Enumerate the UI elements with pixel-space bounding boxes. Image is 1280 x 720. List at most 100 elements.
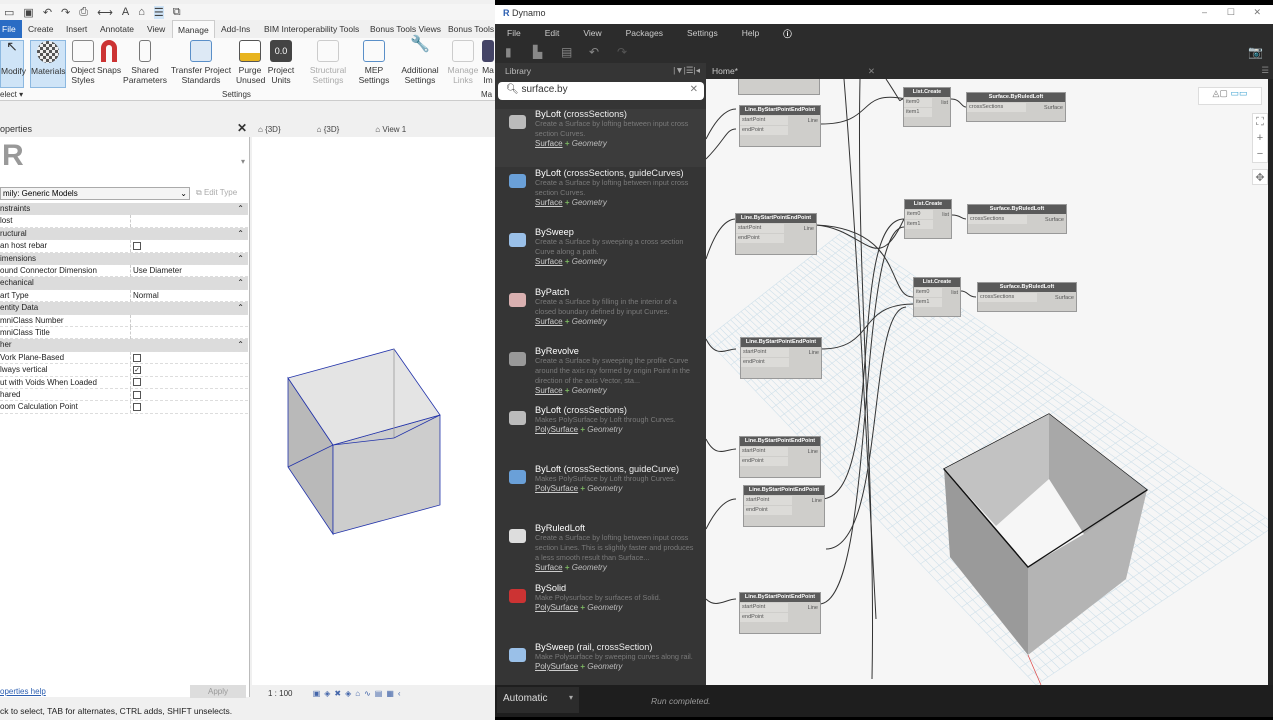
transfer-standards-button[interactable]: Transfer Project Standards: [168, 40, 234, 85]
purge-unused-button[interactable]: Purge Unused: [236, 40, 265, 85]
item-category-link[interactable]: Surface: [535, 198, 563, 207]
checked-checkbox[interactable]: ✓: [133, 366, 141, 375]
menu-icon[interactable]: ☰: [1261, 65, 1269, 76]
text-icon[interactable]: A: [122, 6, 129, 18]
tab-annotate[interactable]: Annotate: [100, 20, 134, 38]
input-port[interactable]: endPoint: [744, 506, 792, 515]
maximize-icon[interactable]: ☐: [1227, 7, 1235, 18]
property-value[interactable]: [130, 351, 248, 364]
property-value[interactable]: ✓: [130, 364, 248, 377]
input-port[interactable]: endPoint: [740, 126, 788, 135]
redo-icon[interactable]: ↷: [617, 45, 627, 59]
library-item[interactable]: BySweep (rail, crossSection) Make Polysu…: [495, 642, 706, 685]
line-by-start-end-node[interactable]: Line.ByStartPointEndPoint startPoint endPo…: [743, 485, 825, 527]
geometry-view-icon[interactable]: ◬▢: [1213, 88, 1228, 98]
family-type-selector[interactable]: mily: Generic Models ⌄: [0, 187, 190, 200]
input-port[interactable]: startPoint: [740, 603, 788, 612]
open-file-icon[interactable]: ▙: [533, 45, 542, 59]
output-port[interactable]: Surface: [1045, 217, 1064, 223]
library-item[interactable]: BySweep Create a Surface by sweeping a c…: [495, 227, 706, 285]
property-value[interactable]: [130, 215, 248, 228]
tab-file[interactable]: File: [0, 20, 22, 38]
input-port[interactable]: endPoint: [740, 457, 788, 466]
close-window-icon[interactable]: ✕: [1253, 7, 1261, 18]
redo-icon[interactable]: ↷: [61, 6, 70, 19]
object-styles-button[interactable]: Object Styles: [69, 40, 97, 85]
item-category-link[interactable]: PolySurface: [535, 662, 578, 671]
line-by-start-end-node[interactable]: Line.ByStartPointEndPoint startPoint endPo…: [735, 213, 817, 255]
collapse-icon[interactable]: ⌃: [237, 253, 244, 265]
notification-icon[interactable]: ⓘ: [771, 24, 804, 43]
menu-edit[interactable]: Edit: [533, 24, 572, 43]
apply-button[interactable]: Apply: [190, 685, 246, 698]
property-group[interactable]: echanical ⌃: [0, 277, 248, 290]
revit-3d-view[interactable]: [252, 137, 495, 685]
undo-icon[interactable]: ↶: [43, 6, 52, 19]
save-file-icon[interactable]: ▤: [561, 45, 572, 59]
graph-view-icon[interactable]: ▭▭: [1230, 88, 1247, 98]
camera-icon[interactable]: 📷: [1248, 45, 1263, 59]
property-value[interactable]: [130, 376, 248, 389]
property-group[interactable]: nstraints ⌃: [0, 203, 248, 216]
library-item[interactable]: ByLoft (crossSections) Create a Surface …: [495, 109, 706, 167]
library-view-icons[interactable]: |▼|☰|◂: [673, 65, 700, 76]
tab-home[interactable]: Home* ✕: [706, 63, 879, 79]
library-item[interactable]: ByRuledLoft Create a Surface by lofting …: [495, 523, 706, 581]
structural-settings-button[interactable]: Structural Settings: [308, 40, 348, 85]
collapse-icon[interactable]: ⌃: [237, 302, 244, 314]
input-port[interactable]: startPoint: [736, 224, 784, 233]
materials-button[interactable]: Materials: [30, 40, 66, 88]
graph-canvas[interactable]: Line.ByStartPointEndPoint startPoint endPo…: [706, 79, 1268, 685]
library-item[interactable]: ByRevolve Create a Surface by sweeping t…: [495, 346, 706, 404]
item-category-link[interactable]: Surface: [535, 257, 563, 266]
surface-by-ruled-loft-node[interactable]: Surface.ByRuledLoft crossSections Surface: [966, 92, 1066, 122]
output-port[interactable]: Line: [808, 118, 818, 124]
unchecked-checkbox[interactable]: [133, 353, 141, 362]
tab-manage[interactable]: Manage: [172, 20, 215, 38]
close-icon[interactable]: ✕: [237, 121, 247, 135]
property-group[interactable]: entity Data ⌃: [0, 302, 248, 315]
input-port[interactable]: endPoint: [741, 358, 789, 367]
collapse-icon[interactable]: ⌃: [237, 228, 244, 240]
zoom-in-icon[interactable]: +: [1253, 130, 1267, 146]
tab-create[interactable]: Create: [28, 20, 54, 38]
tab-bonus-tools[interactable]: Bonus Tools: [448, 20, 494, 38]
view-tab-view1[interactable]: ⌂ View 1: [375, 125, 406, 134]
minimize-icon[interactable]: –: [1202, 7, 1207, 17]
3d-view-icon[interactable]: ⌂: [138, 6, 145, 18]
unchecked-checkbox[interactable]: [133, 390, 141, 399]
view-toggle[interactable]: ◬▢ ▭▭: [1198, 87, 1262, 105]
snaps-button[interactable]: Snaps: [97, 40, 121, 75]
input-port[interactable]: startPoint: [741, 348, 789, 357]
line-by-start-end-node[interactable]: Line.ByStartPointEndPoint startPoint endPo…: [739, 436, 821, 478]
library-item[interactable]: ByPatch Create a Surface by filling in t…: [495, 287, 706, 345]
input-port[interactable]: item0: [914, 288, 942, 297]
new-file-icon[interactable]: ▮: [505, 45, 512, 59]
switch-windows-icon[interactable]: ⧉: [173, 6, 181, 19]
collapse-icon[interactable]: ⌃: [237, 277, 244, 289]
line-by-start-end-node[interactable]: Line.ByStartPointEndPoint startPoint endPo…: [740, 337, 822, 379]
property-group[interactable]: her ⌃: [0, 339, 248, 352]
view-control-icons[interactable]: ▣◈✖◈⌂∿▤▦‹: [313, 689, 405, 698]
undo-icon[interactable]: ↶: [589, 45, 599, 59]
item-category-link[interactable]: Surface: [535, 139, 563, 148]
input-port[interactable]: endPoint: [736, 234, 784, 243]
properties-help-link[interactable]: operties help: [0, 687, 46, 696]
view-scale[interactable]: 1 : 100: [268, 689, 292, 698]
output-port[interactable]: Line: [808, 449, 818, 455]
input-port[interactable]: startPoint: [740, 447, 788, 456]
input-port[interactable]: crossSections: [968, 215, 1027, 224]
property-value[interactable]: [130, 240, 248, 253]
input-port[interactable]: item1: [905, 220, 933, 229]
tab-bim-interoperability[interactable]: BIM Interoperability Tools: [264, 20, 359, 38]
item-category-link[interactable]: PolySurface: [535, 603, 578, 612]
input-port[interactable]: item0: [904, 98, 932, 107]
property-value[interactable]: [130, 327, 248, 339]
collapse-icon[interactable]: ⌃: [237, 339, 244, 351]
output-port[interactable]: list: [941, 100, 948, 106]
run-mode-dropdown[interactable]: Automatic ▾: [497, 687, 579, 713]
menu-file[interactable]: File: [495, 24, 533, 43]
save-icon[interactable]: ▣: [23, 6, 33, 19]
library-item[interactable]: ByLoft (crossSections, guideCurves) Crea…: [495, 168, 706, 226]
input-port[interactable]: crossSections: [967, 103, 1026, 112]
